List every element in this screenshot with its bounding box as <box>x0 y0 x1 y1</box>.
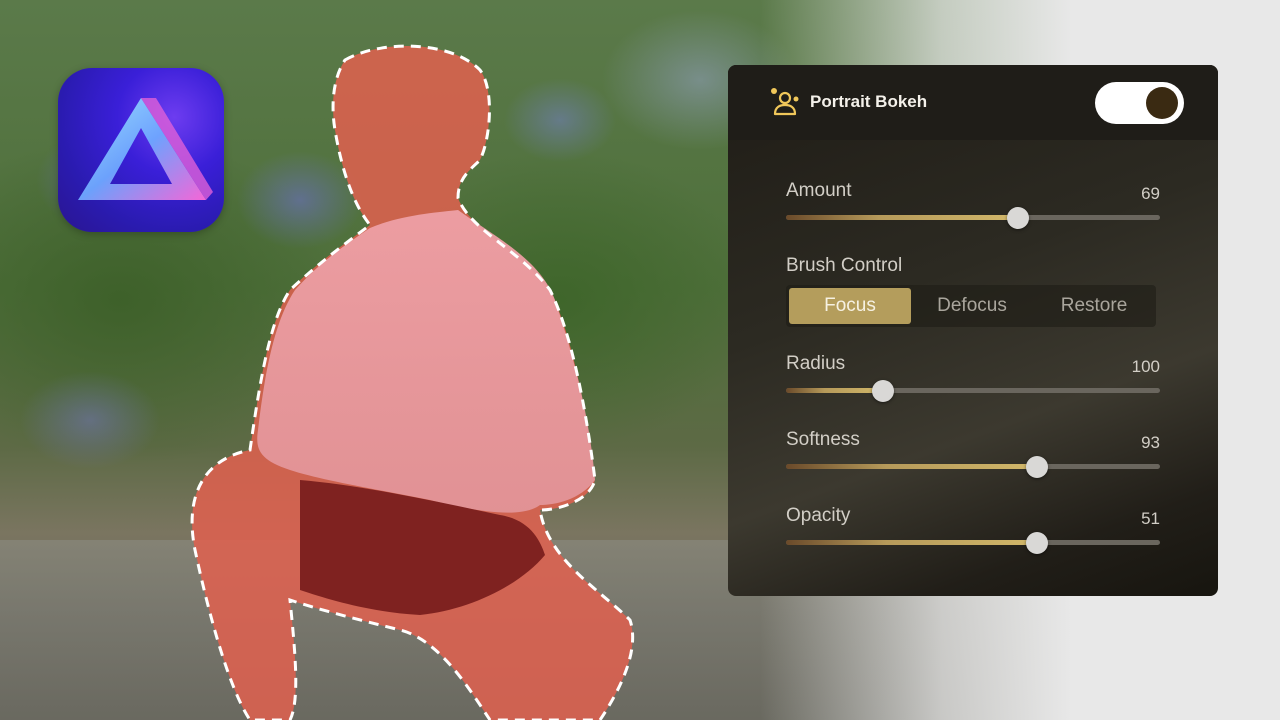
opacity-value: 51 <box>1141 509 1160 528</box>
panel-header: Portrait Bokeh <box>728 65 1218 140</box>
opacity-slider-thumb[interactable] <box>1025 531 1048 554</box>
brush-focus-button[interactable]: Focus <box>789 288 911 324</box>
portrait-people-icon <box>771 88 799 116</box>
opacity-slider[interactable] <box>786 531 1160 554</box>
opacity-slider-fill <box>786 540 1037 545</box>
amount-label: Amount <box>786 180 852 201</box>
radius-label: Radius <box>786 353 846 374</box>
amount-slider-thumb[interactable] <box>1006 206 1029 229</box>
radius-slider-fill <box>786 388 884 393</box>
amount-slider-fill <box>786 215 1018 220</box>
brush-defocus-button[interactable]: Defocus <box>911 288 1033 324</box>
radius-slider[interactable] <box>786 379 1160 402</box>
softness-slider[interactable] <box>786 455 1160 478</box>
portrait-bokeh-panel: Portrait Bokeh Amount 69 Brush Control F… <box>728 65 1218 596</box>
panel-title: Portrait Bokeh <box>810 92 928 111</box>
shirt-region <box>257 210 595 513</box>
amount-slider[interactable] <box>786 206 1160 229</box>
brush-control-segmented: Focus Defocus Restore <box>786 285 1156 327</box>
radius-slider-thumb[interactable] <box>872 379 895 402</box>
softness-label: Softness <box>786 429 860 450</box>
opacity-label: Opacity <box>786 505 851 526</box>
portrait-bokeh-toggle[interactable] <box>1095 82 1184 124</box>
amount-value: 69 <box>1141 184 1160 203</box>
toggle-knob <box>1146 87 1178 119</box>
app-icon <box>58 68 224 232</box>
softness-slider-thumb[interactable] <box>1025 455 1048 478</box>
brush-control-label: Brush Control <box>786 255 903 276</box>
softness-value: 93 <box>1141 433 1160 452</box>
radius-value: 100 <box>1131 357 1160 376</box>
softness-slider-fill <box>786 464 1037 469</box>
brush-restore-button[interactable]: Restore <box>1033 288 1155 324</box>
luminar-triangle-icon <box>78 98 213 200</box>
